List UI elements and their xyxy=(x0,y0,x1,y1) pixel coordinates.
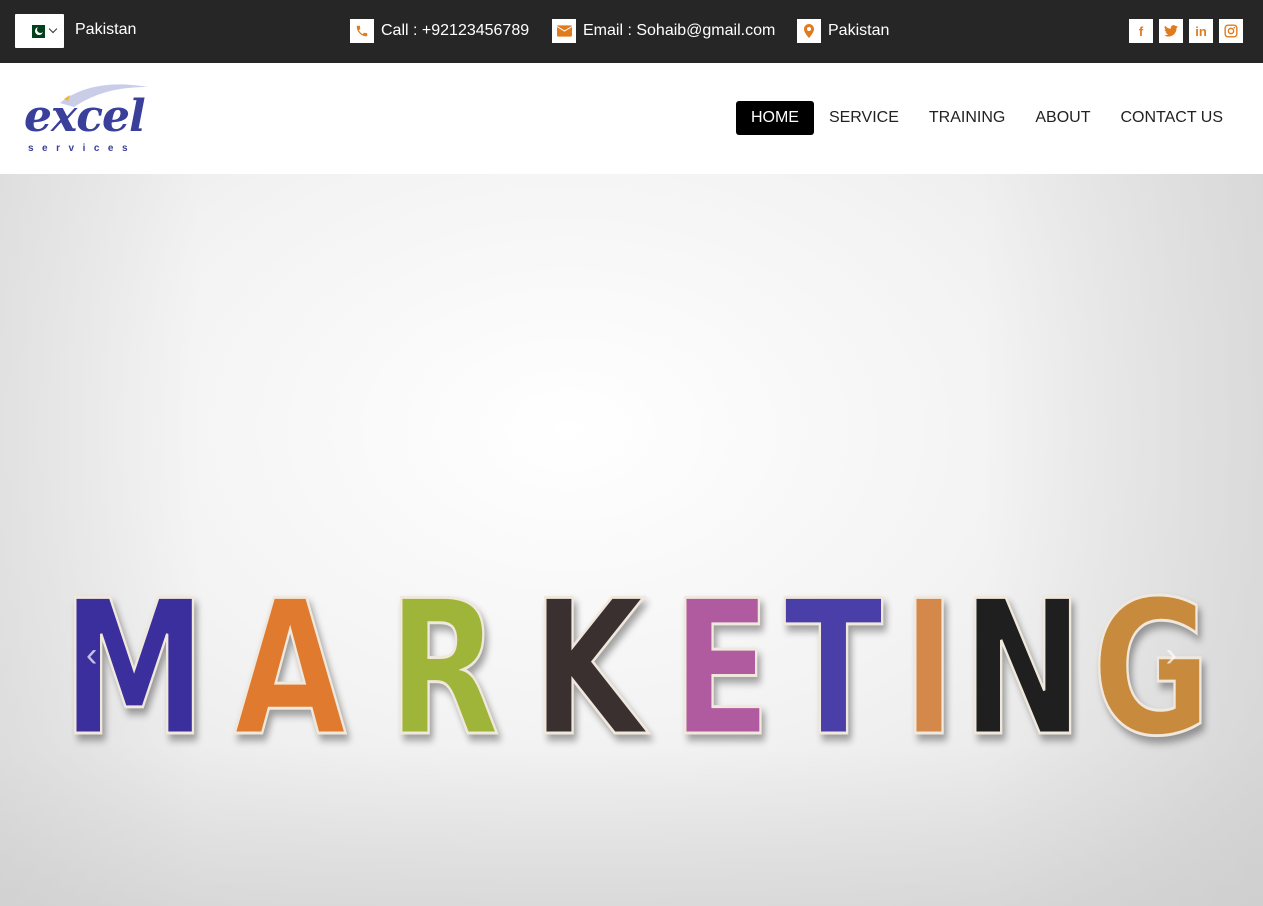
instagram-icon[interactable] xyxy=(1219,19,1243,43)
email-label: Email : Sohaib@gmail.com xyxy=(583,22,776,39)
top-bar: Pakistan Call : +92123456789 Email : Soh… xyxy=(0,0,1263,63)
hero-letter-i: I xyxy=(901,560,957,777)
location-contact: Pakistan xyxy=(797,19,889,43)
social-links: f in xyxy=(1129,19,1243,43)
hero-letter-t: T xyxy=(783,560,884,777)
nav-service[interactable]: SERVICE xyxy=(814,101,914,135)
hero-letter-r: R xyxy=(387,560,501,777)
hero-letter-e: E xyxy=(671,560,772,777)
hero-letter-g: G xyxy=(1091,560,1212,777)
excel-services-logo[interactable]: excel services xyxy=(24,81,154,157)
hero-letter-m: M xyxy=(61,560,208,777)
location-label: Pakistan xyxy=(828,22,890,39)
hero-letter-n: N xyxy=(961,560,1085,777)
country-label: Pakistan xyxy=(75,21,137,38)
linkedin-icon[interactable]: in xyxy=(1189,19,1213,43)
facebook-icon[interactable]: f xyxy=(1129,19,1153,43)
hero-letter-k: K xyxy=(531,560,646,777)
phone-icon xyxy=(350,19,374,43)
phone-contact[interactable]: Call : +92123456789 xyxy=(350,19,529,43)
nav-home[interactable]: HOME xyxy=(735,101,814,135)
hero-slider: M A R K E T I N G ‹ › xyxy=(0,174,1263,906)
email-contact[interactable]: Email : Sohaib@gmail.com xyxy=(552,19,775,43)
logo-subtitle: services xyxy=(28,143,137,154)
logo-word: excel xyxy=(24,91,146,142)
hero-marketing-letters: M A R K E T I N G xyxy=(61,560,1222,777)
site-header: excel services HOME SERVICE TRAINING ABO… xyxy=(0,63,1263,174)
chevron-down-icon xyxy=(48,24,58,34)
nav-about[interactable]: ABOUT xyxy=(1020,101,1105,135)
country-selector[interactable] xyxy=(15,14,64,48)
nav-training[interactable]: TRAINING xyxy=(914,101,1020,135)
envelope-icon xyxy=(552,19,576,43)
nav-contact-us[interactable]: CONTACT US xyxy=(1105,101,1238,135)
map-pin-icon xyxy=(797,19,821,43)
hero-letter-a: A xyxy=(233,560,348,777)
twitter-icon[interactable] xyxy=(1159,19,1183,43)
main-nav: HOME SERVICE TRAINING ABOUT CONTACT US xyxy=(735,101,1238,135)
phone-label: Call : +92123456789 xyxy=(381,22,530,39)
chevron-left-icon[interactable]: ‹ xyxy=(86,636,97,675)
pakistan-flag-icon xyxy=(27,24,45,38)
chevron-right-icon[interactable]: › xyxy=(1166,636,1177,675)
